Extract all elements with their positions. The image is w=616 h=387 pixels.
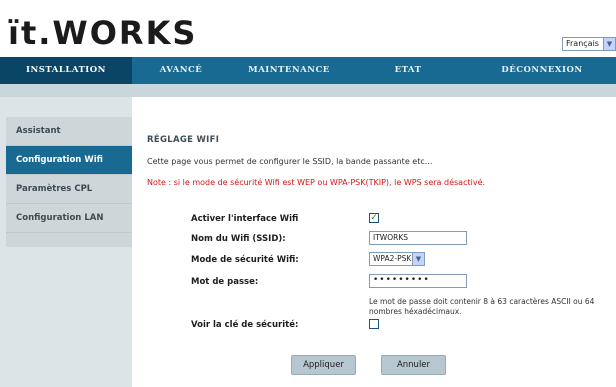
sidebar-item-configuration-wifi[interactable]: Configuration Wifi: [6, 146, 132, 175]
sidebar-item-configuration-lan[interactable]: Configuration LAN: [6, 204, 132, 233]
checkmark-icon: ✓: [370, 213, 378, 223]
ssid-input[interactable]: ITWORKS: [369, 231, 467, 245]
chevron-down-icon: ▼: [412, 253, 424, 265]
page-description: Cette page vous permet de configurer le …: [147, 157, 433, 166]
enable-wifi-label: Activer l'interface Wifi: [191, 214, 299, 224]
sidebar-item-assistant[interactable]: Assistant: [6, 117, 132, 146]
nav-sub-strip: [0, 84, 616, 97]
nav-installation[interactable]: INSTALLATION: [0, 57, 132, 84]
sidebar-tail: [6, 233, 132, 247]
security-mode-value: WPA2-PSK: [373, 254, 412, 263]
main-content: RÉGLAGE WIFI Cette page vous permet de c…: [132, 97, 616, 387]
nav-deconnexion[interactable]: DÉCONNEXION: [468, 57, 616, 84]
chevron-down-icon: ▼: [603, 38, 615, 50]
nav-etat[interactable]: ETAT: [348, 57, 468, 84]
language-selected: Français: [566, 39, 599, 48]
security-mode-label: Mode de sécurité Wifi:: [191, 255, 299, 265]
top-nav: INSTALLATION AVANCÉ MAINTENANCE ETAT DÉC…: [0, 57, 616, 84]
enable-wifi-checkbox[interactable]: ✓: [369, 213, 379, 223]
page-title: RÉGLAGE WIFI: [147, 135, 220, 145]
nav-avance[interactable]: AVANCÉ: [132, 57, 230, 84]
header: ït.WORKS Français ▼: [0, 0, 616, 57]
ssid-label: Nom du Wifi (SSID):: [191, 234, 286, 244]
security-mode-select[interactable]: WPA2-PSK ▼: [369, 252, 425, 266]
language-select[interactable]: Français ▼: [562, 37, 616, 51]
nav-maintenance[interactable]: MAINTENANCE: [230, 57, 348, 84]
show-key-label: Voir la clé de sécurité:: [191, 320, 299, 330]
sidebar: Assistant Configuration Wifi Paramètres …: [6, 117, 132, 247]
cancel-button[interactable]: Annuler: [381, 355, 446, 375]
password-hint: Le mot de passe doit contenir 8 à 63 car…: [369, 297, 595, 316]
logo: ït.WORKS: [8, 14, 198, 52]
password-input[interactable]: •••••••••: [369, 274, 467, 288]
sidebar-item-parametres-cpl[interactable]: Paramètres CPL: [6, 175, 132, 204]
wps-note: Note : si le mode de sécurité Wifi est W…: [147, 178, 486, 187]
show-key-checkbox[interactable]: [369, 319, 379, 329]
apply-button[interactable]: Appliquer: [291, 355, 356, 375]
password-label: Mot de passe:: [191, 277, 259, 287]
